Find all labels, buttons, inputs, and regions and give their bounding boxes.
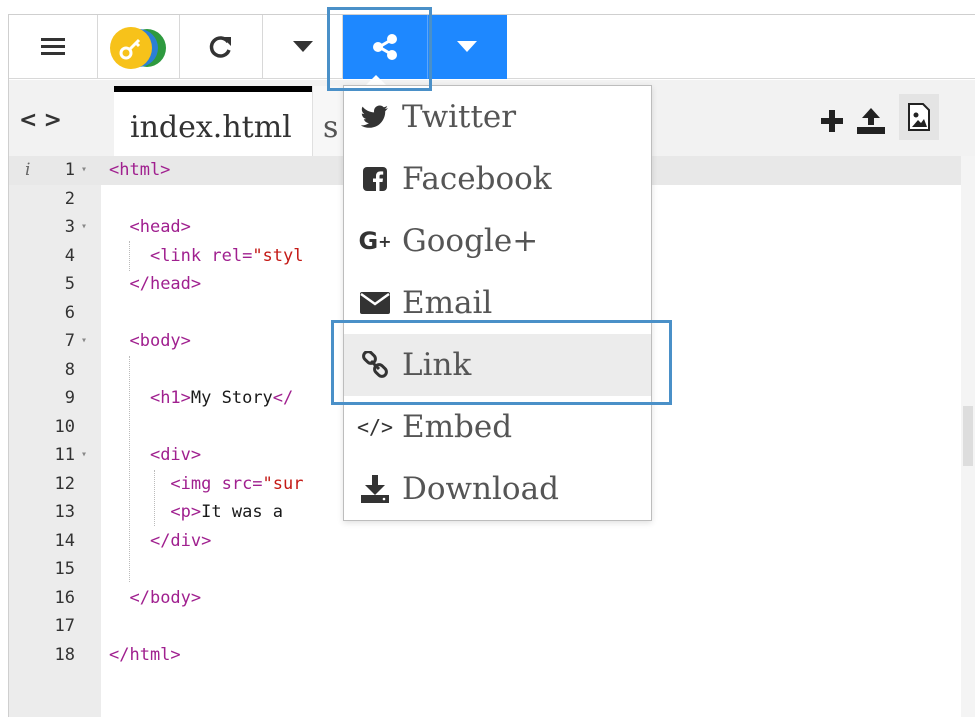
code-line[interactable]: 18 </html> <box>9 641 961 670</box>
share-icon <box>372 33 397 60</box>
share-button[interactable] <box>343 15 427 79</box>
code-text: <p>It was a <box>170 502 294 522</box>
line-number: 6 <box>64 302 75 323</box>
facebook-icon <box>363 167 387 191</box>
fold-arrow-icon[interactable]: ▾ <box>81 441 87 470</box>
indent-guide <box>154 470 155 526</box>
envelope-icon <box>360 292 390 314</box>
plus-icon[interactable] <box>821 110 843 132</box>
line-number: 10 <box>54 416 75 437</box>
line-number: 12 <box>54 473 75 494</box>
image-button[interactable] <box>899 94 939 140</box>
share-item-label: Email <box>402 285 493 321</box>
share-google-plus[interactable]: G + Google+ <box>344 210 651 272</box>
refresh-icon <box>209 35 231 58</box>
line-number: 11 <box>54 445 75 465</box>
app-logo-button[interactable] <box>98 15 180 79</box>
line-number: 4 <box>64 245 75 266</box>
code-text: <body> <box>129 331 191 351</box>
code-text: <div> <box>149 445 202 465</box>
line-number: 14 <box>54 530 75 551</box>
toolbar-spacer <box>507 15 975 79</box>
menu-button[interactable] <box>9 15 98 79</box>
line-number: 3 <box>64 217 75 237</box>
vertical-scrollbar[interactable] <box>961 156 975 717</box>
line-number: 16 <box>54 587 75 608</box>
share-twitter[interactable]: Twitter <box>344 86 651 148</box>
line-number: 2 <box>64 188 75 209</box>
line-number: 18 <box>54 644 75 665</box>
tab-tools <box>821 94 939 140</box>
chevron-right-icon[interactable]: > <box>43 108 67 133</box>
caret-down-icon <box>292 40 313 52</box>
share-download[interactable]: Download <box>344 458 651 520</box>
line-number: 15 <box>54 559 75 579</box>
code-icon: </> <box>356 415 394 439</box>
tab-label: s <box>323 110 339 145</box>
share-item-label: Twitter <box>402 99 517 135</box>
indent-guide <box>129 356 130 582</box>
code-text: </html> <box>109 644 181 665</box>
caret-down-icon <box>457 40 477 52</box>
code-text: </body> <box>129 587 202 608</box>
twitter-icon <box>361 105 388 128</box>
more-dropdown-button[interactable] <box>263 15 343 79</box>
upload-icon[interactable] <box>857 108 885 134</box>
share-email[interactable]: Email <box>344 272 651 334</box>
toolbar <box>9 15 975 80</box>
code-text: <head> <box>129 217 191 237</box>
share-dropdown-toggle[interactable] <box>427 15 507 79</box>
share-link[interactable]: Link <box>344 334 651 396</box>
share-item-label: Embed <box>402 409 513 445</box>
code-line[interactable]: 14 </div> <box>9 527 961 556</box>
tab-index-html[interactable]: index.html <box>114 86 312 156</box>
line-number: 1 <box>64 160 75 180</box>
line-number: 17 <box>54 616 75 636</box>
tab-label: index.html <box>130 110 292 145</box>
code-text: </head> <box>129 274 202 294</box>
refresh-button[interactable] <box>180 15 263 79</box>
code-text: <img src="sur <box>170 473 304 494</box>
line-number: 5 <box>64 274 75 294</box>
code-line[interactable]: 16 </body> <box>9 584 961 613</box>
tab-scroll-arrows[interactable]: <> <box>19 108 68 133</box>
key-logo-icon <box>109 26 168 69</box>
fold-arrow-icon[interactable]: ▾ <box>81 213 87 242</box>
fold-arrow-icon[interactable]: ▾ <box>81 327 87 356</box>
line-number: 7 <box>64 331 75 351</box>
share-item-label: Google+ <box>402 223 539 259</box>
share-facebook[interactable]: Facebook <box>344 148 651 210</box>
code-text: </div> <box>149 530 212 551</box>
image-file-icon <box>908 103 930 131</box>
line-number: 8 <box>64 359 75 380</box>
link-icon <box>362 351 388 378</box>
share-item-label: Facebook <box>402 161 552 197</box>
line-number: 13 <box>54 502 75 522</box>
google-plus-icon: G + <box>358 227 392 255</box>
hamburger-menu-icon <box>41 34 65 59</box>
share-item-label: Link <box>402 347 472 383</box>
code-text: <h1>My Story</ <box>149 388 294 408</box>
fold-arrow-icon[interactable]: ▾ <box>81 156 87 185</box>
indent-guide <box>129 241 130 271</box>
download-icon <box>361 475 389 503</box>
code-line[interactable]: 15 <box>9 555 961 584</box>
line-number: 9 <box>64 388 75 408</box>
chevron-left-icon[interactable]: < <box>19 108 43 133</box>
share-embed[interactable]: </> Embed <box>344 396 651 458</box>
share-menu: Twitter Facebook G + Google+ Email Link … <box>343 85 652 521</box>
code-text: <html> <box>109 160 171 180</box>
share-item-label: Download <box>402 471 559 507</box>
code-line[interactable]: 17 <box>9 612 961 641</box>
